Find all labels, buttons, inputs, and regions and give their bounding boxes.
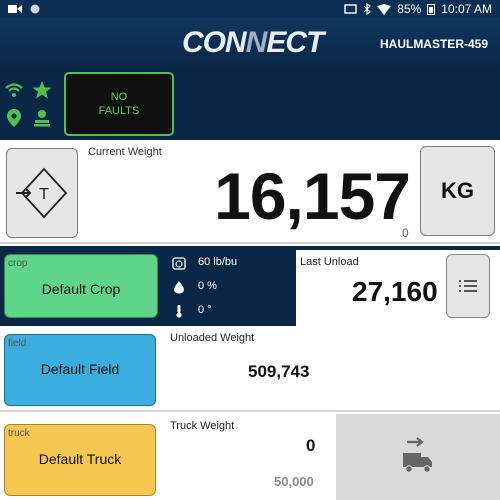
star-icon — [32, 81, 52, 99]
truck-row: truck Default Truck Truck Weight 0 50,00… — [0, 414, 500, 500]
cast-icon — [344, 3, 357, 14]
unit-name: HAULMASTER-459 — [379, 37, 488, 51]
moisture: 0 % — [198, 280, 217, 292]
unloaded-weight-value: 509,743 — [248, 362, 310, 381]
operator-icon — [34, 110, 50, 127]
faults-line2: FAULTS — [98, 105, 140, 117]
bluetooth-icon — [363, 3, 372, 15]
thermometer-icon — [176, 305, 182, 318]
truck-name: Default Truck — [38, 451, 122, 467]
current-weight-label: Current Weight — [88, 146, 162, 158]
scale-icon — [172, 257, 186, 270]
tare-icon: T — [16, 167, 68, 219]
app-root: 85% 10:07 AM CONNECT HAULMASTER-459 NO F… — [0, 0, 500, 500]
crop-row: crop Default Crop 60 lb/bu 0 % 0 ° Last … — [0, 246, 500, 326]
location-pin-icon — [7, 109, 21, 127]
weight-row: T Current Weight 16,157 0 KG — [0, 140, 500, 244]
crop-name: Default Crop — [41, 281, 121, 297]
list-icon — [459, 280, 477, 292]
connect-logo: CONNECT — [182, 26, 324, 59]
connection-icons — [4, 80, 58, 130]
last-unload-value: 27,160 — [352, 276, 438, 307]
status-row: NO FAULTS — [0, 68, 500, 140]
unloaded-weight-label: Unloaded Weight — [170, 332, 255, 344]
crop-button[interactable]: crop Default Crop — [4, 254, 158, 318]
truck-button[interactable]: truck Default Truck — [4, 424, 156, 496]
wifi-icon — [5, 83, 23, 97]
crop-parameters: 60 lb/bu 0 % 0 ° — [168, 252, 288, 322]
wifi-status-icon — [377, 3, 392, 15]
field-tag: field — [8, 338, 27, 349]
status-bar: 85% 10:07 AM — [0, 0, 500, 18]
weight-small-value: 0 — [402, 226, 409, 240]
tare-button[interactable]: T — [6, 148, 78, 238]
unload-history-button[interactable] — [446, 254, 490, 318]
status-right: 85% 10:07 AM — [344, 2, 492, 16]
status-left — [8, 4, 40, 14]
field-row: field Default Field Unloaded Weight 509,… — [0, 326, 500, 412]
faults-button[interactable]: NO FAULTS — [64, 72, 174, 136]
field-button[interactable]: field Default Field — [4, 334, 156, 406]
last-unload-label: Last Unload — [300, 256, 359, 268]
record-dot-icon — [30, 4, 40, 14]
test-weight: 60 lb/bu — [198, 256, 238, 268]
truck-weight-label: Truck Weight — [170, 420, 235, 432]
unit-button[interactable]: KG — [420, 146, 495, 236]
faults-text: NO FAULTS — [99, 90, 140, 118]
app-header: CONNECT HAULMASTER-459 — [0, 18, 500, 68]
clock: 10:07 AM — [441, 2, 492, 16]
faults-line1: NO — [110, 91, 128, 103]
last-unload-panel: Last Unload 27,160 — [296, 250, 500, 326]
truck-unload-button[interactable] — [336, 414, 500, 500]
truck-weight-value: 0 — [306, 436, 316, 455]
battery-percent: 85% — [397, 2, 422, 16]
truck-capacity: 50,000 — [274, 474, 314, 489]
crop-tag: crop — [8, 258, 28, 269]
current-weight-value: 16,157 — [214, 159, 411, 233]
truck-unload-icon — [403, 437, 432, 473]
moisture-drop-icon — [174, 281, 184, 294]
truck-tag: truck — [8, 428, 30, 439]
field-name: Default Field — [40, 361, 120, 377]
battery-icon — [427, 4, 436, 15]
video-icon — [8, 5, 22, 13]
svg-text:T: T — [39, 186, 49, 203]
temperature: 0 ° — [198, 304, 212, 316]
